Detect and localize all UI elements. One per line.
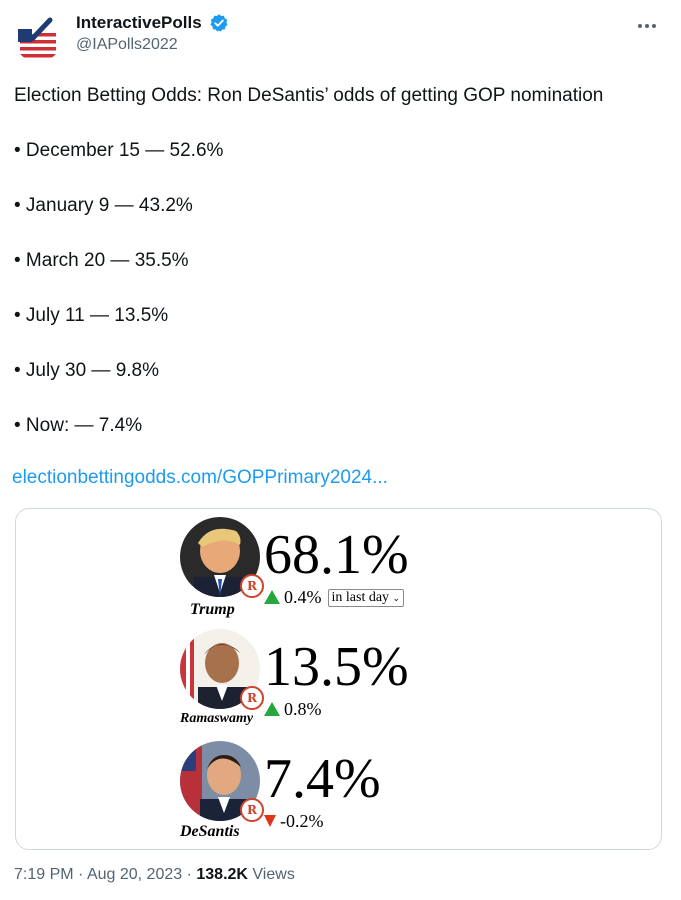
candidate-percent: 68.1% — [264, 524, 409, 586]
period-select-value: in last day — [331, 590, 390, 605]
verified-badge-icon — [210, 14, 228, 32]
more-dot-icon — [638, 24, 642, 28]
tweet-bullet: • March 20 — 35.5% — [14, 250, 189, 271]
election-odds-link[interactable]: electionbettingodds.com/GOPPrimary2024..… — [12, 467, 388, 489]
up-arrow-icon — [264, 702, 280, 716]
period-select[interactable]: in last day ⌄ — [327, 589, 405, 607]
views-label: Views — [252, 866, 295, 883]
us-flag-checkbox-logo-icon — [14, 14, 62, 62]
author-handle[interactable]: @IAPolls2022 — [76, 34, 229, 56]
tweet-date[interactable]: Aug 20, 2023 — [87, 866, 182, 883]
change-value: 0.8% — [284, 699, 322, 719]
tweet-headline: Election Betting Odds: Ron DeSantis’ odd… — [14, 85, 604, 106]
republican-badge: R — [240, 574, 264, 598]
republican-badge: R — [240, 798, 264, 822]
candidate-percent: 7.4% — [264, 748, 381, 810]
tweet-time[interactable]: 7:19 PM — [14, 866, 74, 883]
tweet-bullet: • July 11 — 13.5% — [14, 305, 169, 326]
more-dot-icon — [652, 24, 656, 28]
tweet-bullet: • December 15 — 52.6% — [14, 140, 224, 161]
up-arrow-icon — [264, 590, 280, 604]
change-value: -0.2% — [280, 811, 324, 831]
candidate-name: Trump — [190, 601, 235, 618]
tweet-bullet: • Now: — 7.4% — [14, 415, 143, 436]
author-display-name[interactable]: InteractivePolls — [76, 12, 202, 34]
views-count: 138.2K — [196, 866, 248, 883]
tweet-bullet: • July 30 — 9.8% — [14, 360, 159, 381]
candidate-change: -0.2% — [264, 811, 324, 832]
republican-badge: R — [240, 686, 264, 710]
link-preview-card[interactable]: R Trump 68.1% 0.4% in last day ⌄ R Ramasw… — [15, 508, 662, 850]
change-value: 0.4% — [284, 587, 322, 607]
candidate-change: 0.8% — [264, 699, 322, 720]
candidate-percent: 13.5% — [264, 636, 409, 698]
separator: · — [186, 866, 192, 883]
author-avatar[interactable] — [14, 14, 62, 62]
tweet-meta: 7:19 PM · Aug 20, 2023 · 138.2K Views — [14, 866, 295, 884]
author-block: InteractivePolls @IAPolls2022 — [76, 12, 229, 56]
chevron-down-icon: ⌄ — [392, 593, 401, 603]
down-arrow-icon — [264, 815, 276, 827]
candidate-name: Ramaswamy — [180, 711, 254, 726]
candidate-name: DeSantis — [180, 823, 240, 840]
more-options-button[interactable] — [635, 16, 659, 36]
tweet-bullet: • January 9 — 43.2% — [14, 195, 193, 216]
separator: · — [78, 866, 84, 883]
more-dot-icon — [645, 24, 649, 28]
candidate-change: 0.4% in last day ⌄ — [264, 587, 405, 608]
